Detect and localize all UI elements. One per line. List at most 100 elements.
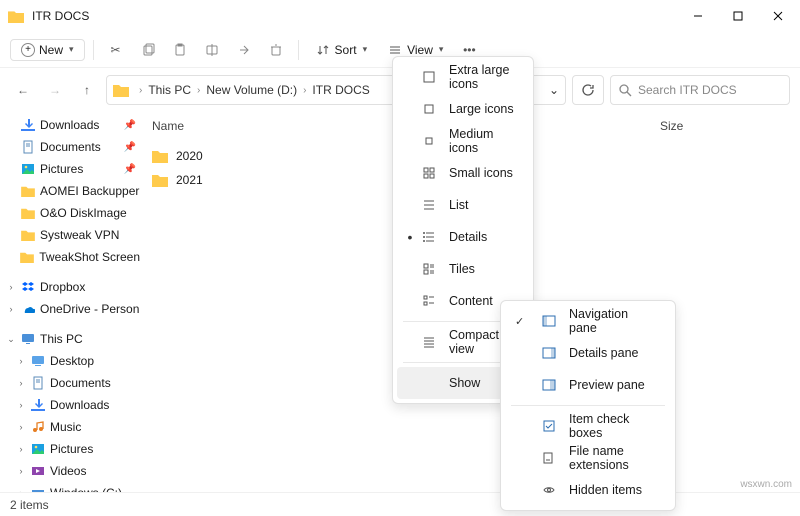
download-icon [20,117,36,133]
clipboard-icon [172,42,188,58]
forward-button[interactable]: → [42,77,68,103]
sidebar-item[interactable]: › Pictures [0,438,140,460]
tree-twisty[interactable]: › [6,304,16,314]
minimize-button[interactable] [678,0,718,32]
sidebar-item[interactable]: › Documents [0,372,140,394]
submenu-item[interactable]: Hidden items [505,474,671,506]
copy-button[interactable] [134,38,162,62]
hidden-icon [541,482,557,498]
sort-button[interactable]: Sort ▾ [307,38,376,62]
navigation-pane: Downloads 📌 Documents 📌 Pictures 📌 AOMEI… [0,112,140,492]
lg-icon [421,101,437,117]
submenu-item[interactable]: Preview pane [505,369,671,401]
submenu-item[interactable]: ✓ Navigation pane [505,305,671,337]
tree-twisty[interactable]: › [16,422,26,432]
rename-button[interactable] [198,38,226,62]
sidebar-label: Desktop [50,354,94,368]
pic-icon [30,441,46,457]
folder-icon [152,149,168,163]
submenu-item[interactable]: Details pane [505,337,671,369]
cut-button[interactable]: ✂ [102,38,130,62]
folder-icon [152,173,168,187]
tree-twisty[interactable]: › [16,356,26,366]
menu-item[interactable]: Tiles [397,253,529,285]
back-button[interactable]: ← [10,77,36,103]
sidebar-item[interactable]: › Dropbox [0,276,140,298]
list-icon [421,197,437,213]
paste-button[interactable] [166,38,194,62]
pin-icon: 📌 [124,164,136,175]
title-bar: ITR DOCS [0,0,800,32]
sidebar-label: Music [50,420,81,434]
tree-twisty[interactable]: › [16,400,26,410]
close-button[interactable] [758,0,798,32]
menu-item[interactable]: Small icons [397,157,529,189]
search-box[interactable]: Search ITR DOCS [610,75,790,105]
crumb[interactable]: This PC [148,83,191,97]
up-button[interactable]: ↑ [74,77,100,103]
refresh-button[interactable] [572,75,604,105]
separator [298,40,299,60]
file-name: 2021 [176,173,203,187]
watermark: wsxwn.com [740,479,792,490]
xl-icon [421,69,437,85]
sidebar-item[interactable]: Documents 📌 [0,136,140,158]
sidebar-item[interactable]: › Videos [0,460,140,482]
menu-item[interactable]: List [397,189,529,221]
menu-item[interactable]: Extra large icons [397,61,529,93]
crumb[interactable]: New Volume (D:) [206,83,297,97]
tree-twisty[interactable]: ⌄ [6,334,16,345]
sidebar-label: TweakShot Screen [39,250,140,264]
new-button[interactable]: + New ▾ [10,39,85,61]
sidebar-label: Pictures [50,442,93,456]
menu-item[interactable]: • Details [397,221,529,253]
submenu-item[interactable]: Item check boxes [505,410,671,442]
column-size[interactable]: Size [660,119,800,133]
share-button[interactable] [230,38,258,62]
onedrive-icon [20,301,36,317]
sidebar-label: Systweak VPN [40,228,119,242]
crumb[interactable]: ITR DOCS [312,83,369,97]
sidebar-label: Downloads [50,398,109,412]
sidebar-item[interactable]: ⌄ This PC [0,328,140,350]
chevron-down-icon[interactable]: ⌄ [549,83,559,97]
dropbox-icon [20,279,36,295]
tree-twisty[interactable]: › [16,466,26,476]
sidebar-label: Documents [50,376,111,390]
tree-twisty[interactable]: › [6,282,16,292]
menu-separator [511,405,665,406]
sidebar-item[interactable]: › Music [0,416,140,438]
sidebar-item[interactable]: Systweak VPN [0,224,140,246]
sidebar-label: This PC [40,332,83,346]
sidebar-label: AOMEI Backupper [40,184,139,198]
separator [93,40,94,60]
menu-item[interactable]: Large icons [397,93,529,125]
checkmark-icon: ✓ [515,315,529,328]
sidebar-item[interactable]: › OneDrive - Person [0,298,140,320]
compact-icon [421,334,437,350]
sm-icon [421,165,437,181]
submenu-item[interactable]: File name extensions [505,442,671,474]
sidebar-label: O&O DiskImage [40,206,127,220]
new-label: New [39,43,63,57]
delete-button[interactable] [262,38,290,62]
folder-icon [20,183,36,199]
sidebar-item[interactable]: › Downloads [0,394,140,416]
chkbox-icon [541,418,557,434]
sidebar-item[interactable]: O&O DiskImage [0,202,140,224]
status-bar: 2 items [0,492,800,516]
ext-icon [541,450,557,466]
menu-item[interactable]: Medium icons [397,125,529,157]
sidebar-item[interactable]: TweakShot Screen [0,246,140,268]
sidebar-label: OneDrive - Person [40,302,139,316]
sidebar-item[interactable]: › Desktop [0,350,140,372]
details-icon [421,229,437,245]
tree-twisty[interactable]: › [16,378,26,388]
sidebar-item[interactable]: Pictures 📌 [0,158,140,180]
sidebar-item[interactable]: › Windows (C:) [0,482,140,492]
sidebar-item[interactable]: AOMEI Backupper [0,180,140,202]
sidebar-item[interactable]: Downloads 📌 [0,114,140,136]
tree-twisty[interactable]: › [16,444,26,454]
sidebar-label: Pictures [40,162,83,176]
maximize-button[interactable] [718,0,758,32]
